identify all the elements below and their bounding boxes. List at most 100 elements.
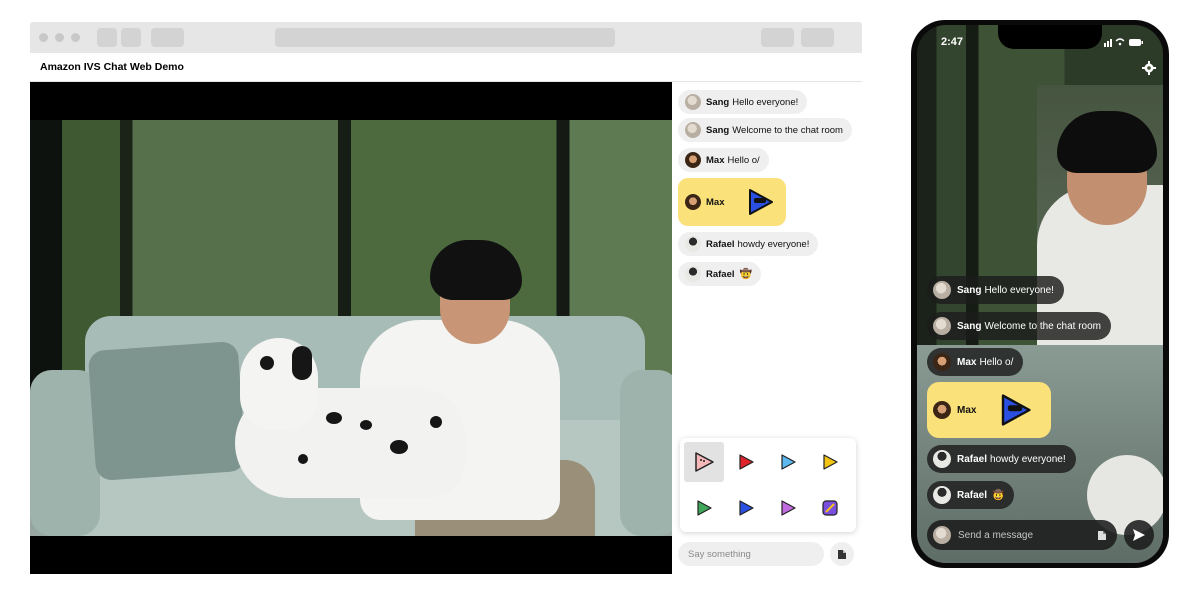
message-text: Hello everyone! [732, 96, 799, 108]
sticker-icon [838, 549, 846, 559]
pink-sticker-icon [695, 452, 714, 472]
message-username: Rafael [957, 453, 988, 465]
sticker-option-navy[interactable] [726, 488, 766, 528]
dog-spot [298, 454, 308, 464]
avatar-max [685, 152, 701, 168]
sticker-option-yellow[interactable] [810, 442, 850, 482]
avatar-self [933, 526, 951, 544]
message-text: howdy everyone! [990, 453, 1066, 465]
gear-icon[interactable] [1142, 61, 1156, 75]
sticker-option-purple[interactable] [768, 488, 808, 528]
signal-wifi-battery-icon [1104, 38, 1143, 47]
avatar-rafael [933, 486, 951, 504]
send-button[interactable] [1124, 520, 1154, 550]
rocket-sticker-icon [822, 500, 838, 516]
message-username: Sang [706, 96, 730, 108]
avatar-max [933, 401, 951, 419]
message-text: Hello o/ [727, 154, 760, 166]
tabs-button[interactable] [801, 28, 834, 47]
avatar-max [933, 353, 951, 371]
phone-chat-message: Sang Welcome to the chat room [927, 312, 1111, 340]
status-time: 2:47 [941, 36, 964, 48]
message-username: Rafael [957, 489, 988, 501]
message-username: Max [706, 154, 725, 166]
cowboy-emoji: 🤠 [739, 268, 752, 280]
phone-chat-message: Rafael 🤠 [927, 481, 1015, 509]
message-text: Welcome to the chat room [984, 320, 1101, 332]
message-username: Rafael [706, 268, 735, 280]
video-player[interactable] [30, 82, 672, 574]
chat-message: Sang Welcome to the chat room [678, 118, 852, 142]
app-title: Amazon IVS Chat Web Demo [40, 61, 184, 73]
sticker-option-green[interactable] [684, 488, 724, 528]
chat-input-placeholder: Say something [688, 548, 751, 560]
phone-screen: 2:47 Sang Hello everyone! Sang Welcome t… [917, 25, 1163, 563]
phone-input-placeholder: Send a message [958, 529, 1034, 541]
window-maximize-dot[interactable] [71, 33, 80, 42]
avatar-sang [685, 94, 701, 110]
purple-sticker-icon [781, 500, 796, 516]
sticker-option-pink[interactable] [684, 442, 724, 482]
scene-person-hair [430, 240, 522, 300]
sticker-option-blue[interactable] [768, 442, 808, 482]
window-minimize-dot[interactable] [55, 33, 64, 42]
message-text: Hello everyone! [984, 284, 1054, 296]
blue-cool-sticker-icon [749, 189, 774, 215]
chat-message: Rafael 🤠 [678, 262, 761, 286]
phone-chat-message: Sang Hello everyone! [927, 276, 1064, 304]
message-username: Rafael [706, 238, 735, 250]
red-sticker-icon [739, 454, 754, 470]
dog-ear [292, 346, 312, 380]
sticker-button[interactable] [830, 542, 854, 566]
message-username: Max [957, 356, 977, 368]
status-icons [1104, 37, 1144, 49]
sticker-option-rocket[interactable] [810, 488, 850, 528]
dog-spot [360, 420, 372, 430]
message-username: Sang [957, 320, 982, 332]
back-button[interactable] [97, 28, 117, 47]
avatar-max [685, 194, 701, 210]
window-close-dot[interactable] [39, 33, 48, 42]
address-bar[interactable] [275, 28, 615, 47]
avatar-sang [933, 317, 951, 335]
avatar-rafael [685, 266, 701, 282]
chat-message: Rafael howdy everyone! [678, 232, 819, 256]
green-sticker-icon [697, 500, 712, 516]
phone-scene-hair [1057, 111, 1157, 173]
phone-chat-message: Rafael howdy everyone! [927, 445, 1076, 473]
phone-chat-sticker-message: Max [927, 382, 1051, 438]
scene-pillow [87, 340, 247, 482]
phone-message-input[interactable]: Send a message [927, 520, 1117, 550]
message-username: Sang [957, 284, 982, 296]
chat-message: Sang Hello everyone! [678, 90, 808, 114]
dog-spot [390, 440, 408, 454]
blue-sticker-icon [781, 454, 796, 470]
blue-cool-sticker-icon [1002, 394, 1032, 426]
sidebar-button[interactable] [151, 28, 184, 47]
message-username: Max [706, 196, 725, 208]
phone-notch [998, 25, 1102, 49]
scene-sofa-arm [620, 370, 672, 536]
avatar-sang [685, 122, 701, 138]
dog-spot [260, 356, 274, 370]
chat-panel: Sang Hello everyone! Sang Welcome to the… [672, 82, 862, 574]
chat-message: Max Hello o/ [678, 148, 769, 172]
app-header: Amazon IVS Chat Web Demo [30, 53, 862, 82]
sticker-option-red[interactable] [726, 442, 766, 482]
video-frame [30, 120, 672, 536]
dog-spot [326, 412, 342, 424]
message-text: Welcome to the chat room [732, 124, 843, 136]
chat-input[interactable]: Say something [678, 542, 824, 566]
browser-toolbar [30, 22, 862, 53]
send-icon [1133, 529, 1145, 541]
forward-button[interactable] [121, 28, 141, 47]
sticker-icon[interactable] [1097, 530, 1107, 541]
phone-chat-message: Max Hello o/ [927, 348, 1024, 376]
scene-sofa-arm [30, 370, 100, 536]
avatar-rafael [933, 450, 951, 468]
share-button[interactable] [761, 28, 794, 47]
navy-sticker-icon [739, 500, 754, 516]
yellow-sticker-icon [823, 454, 838, 470]
message-text: howdy everyone! [737, 238, 810, 250]
dog-spot [430, 416, 442, 428]
